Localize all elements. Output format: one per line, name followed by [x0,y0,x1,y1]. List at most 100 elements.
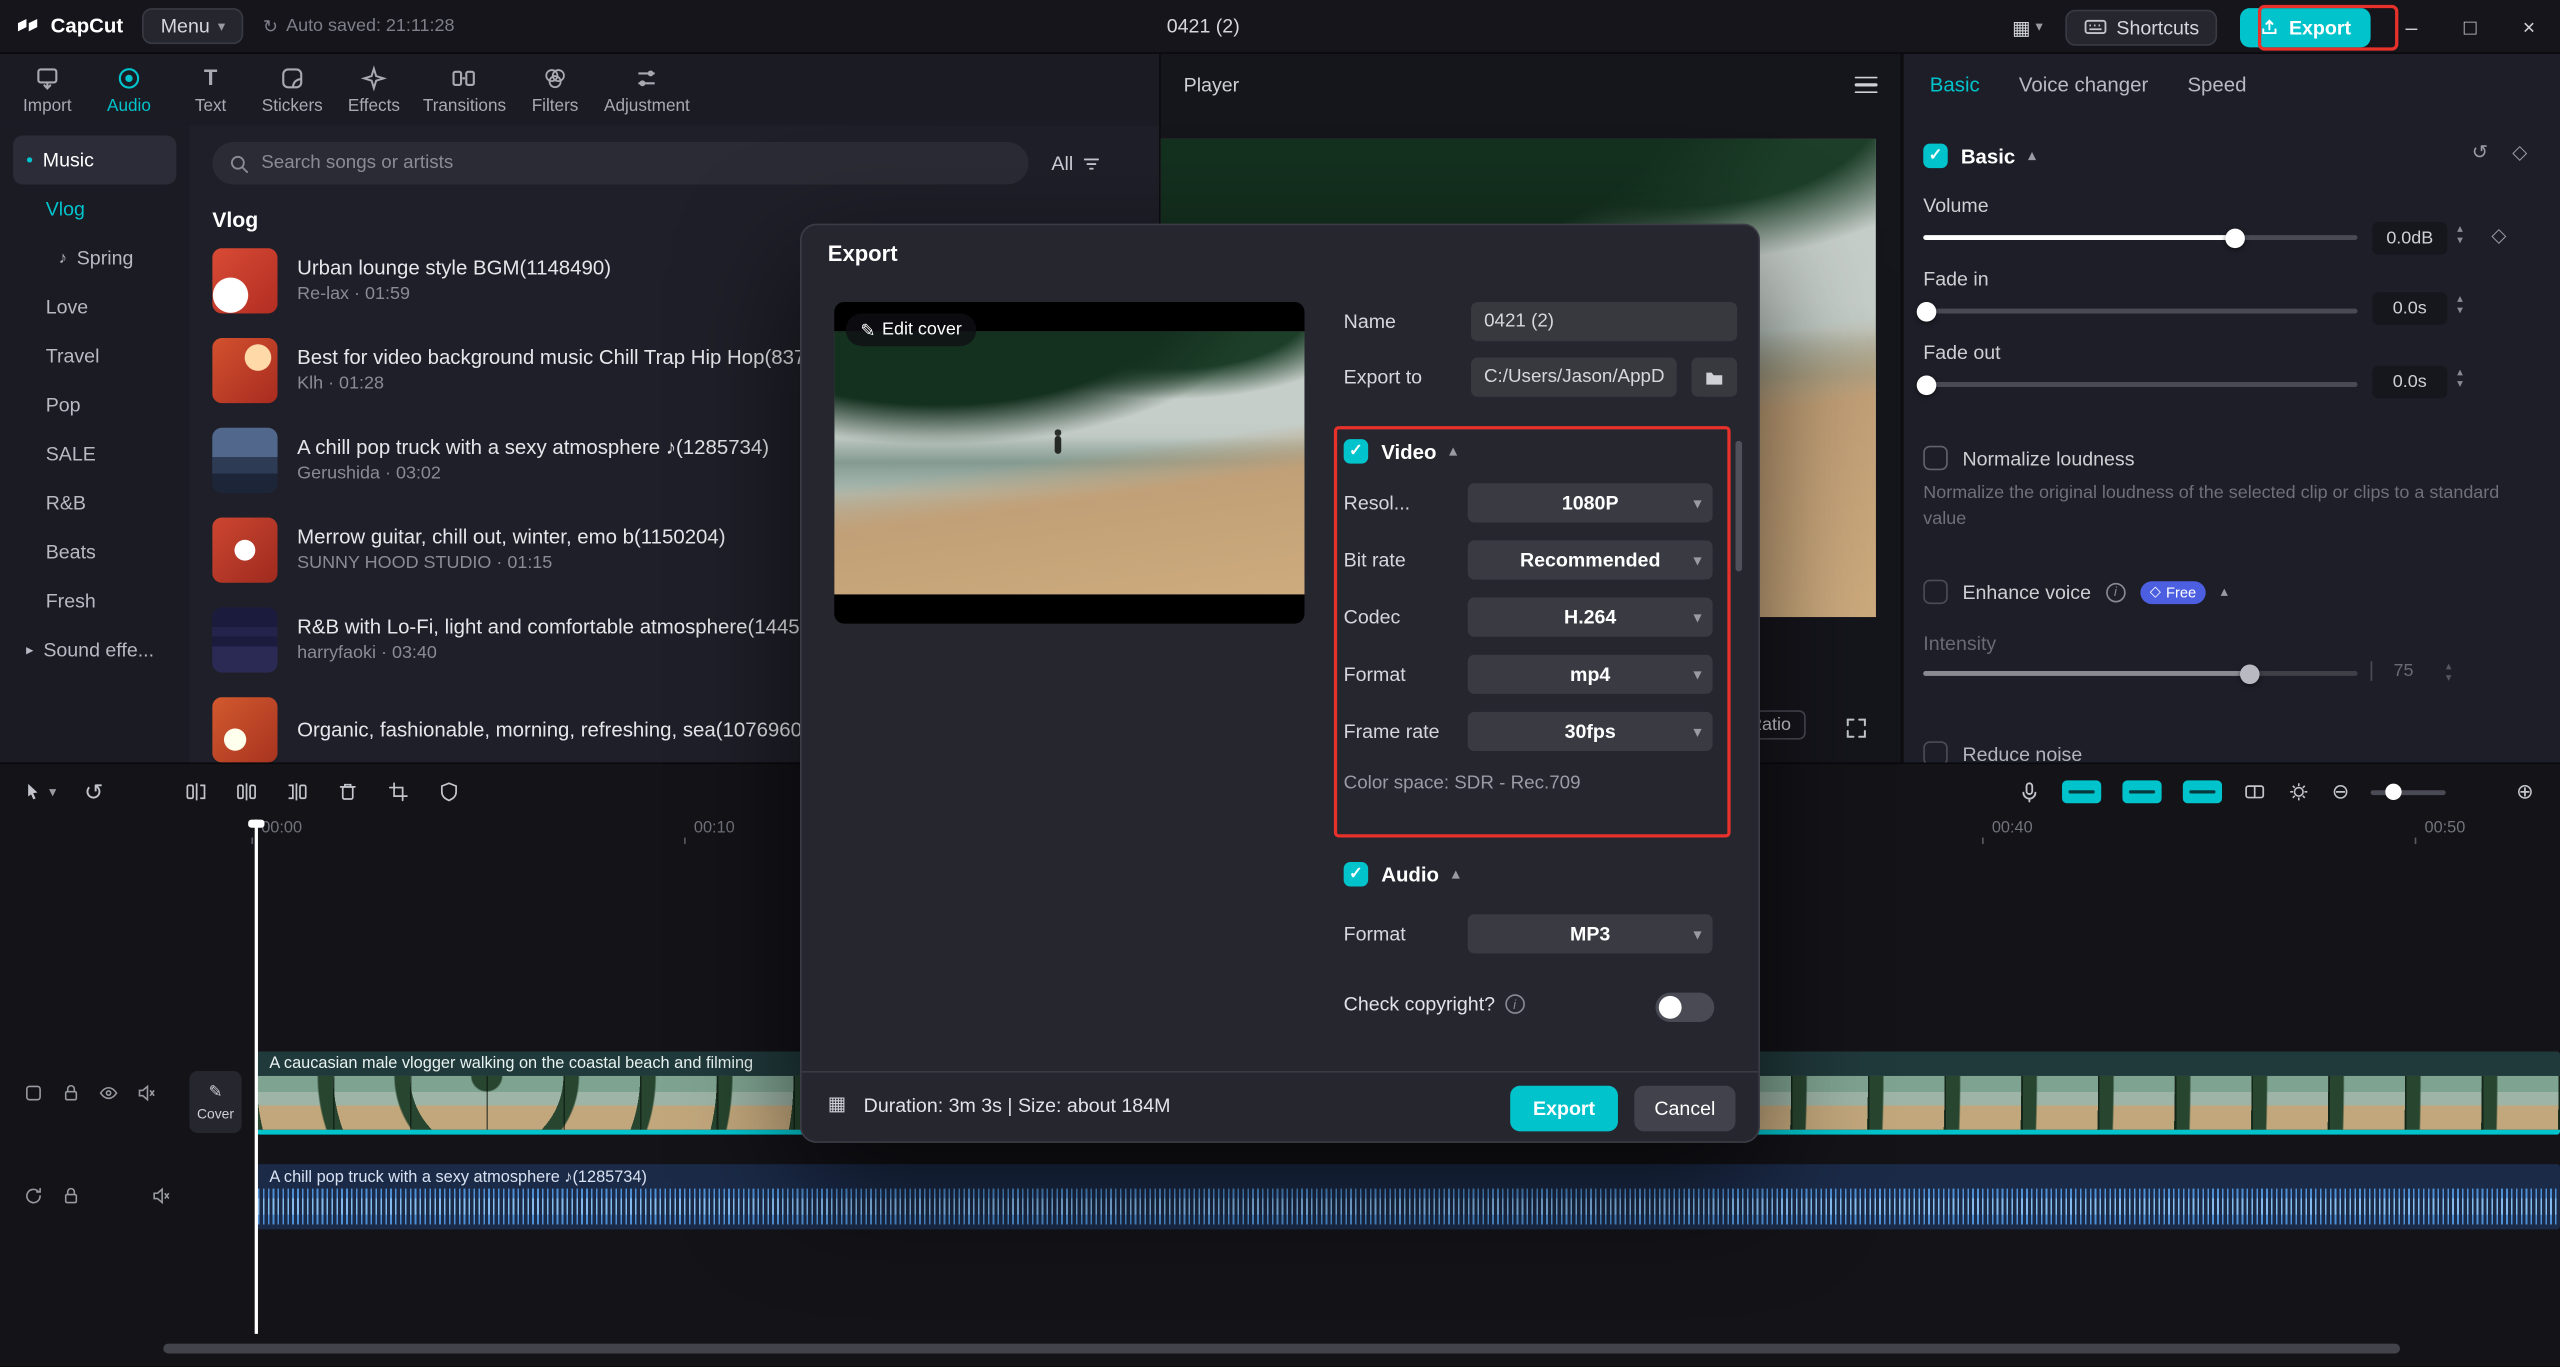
sidebar-item-vlog[interactable]: Vlog [13,184,176,233]
maximize-button[interactable]: □ [2452,15,2488,39]
checkbox-normalize[interactable] [1923,445,1948,471]
track-option-icon[interactable] [2183,780,2223,804]
tab-adjustment[interactable]: Adjustment [596,64,698,115]
delete-icon[interactable] [337,780,360,803]
sidebar-item-pop[interactable]: Pop [13,380,176,429]
normalize-loudness-row[interactable]: Normalize loudness [1923,445,2135,471]
eye-icon[interactable] [98,1082,119,1103]
search-bar[interactable] [212,142,1029,185]
tab-audio[interactable]: Audio [88,64,170,115]
bitrate-select[interactable]: Recommended ▾ [1467,540,1713,580]
shortcuts-button[interactable]: Shortcuts [2065,8,2218,45]
tab-import[interactable]: Import [7,64,89,115]
sidebar-item-fresh[interactable]: Fresh [13,576,176,625]
sidebar-item-sale[interactable]: SALE [13,429,176,478]
settings-gear-icon[interactable] [2288,780,2311,803]
player-menu-icon[interactable] [1854,76,1878,94]
audio-section-header[interactable]: ✓ Audio ▴ [1343,862,1460,887]
browse-folder-button[interactable] [1691,357,1738,397]
close-button[interactable]: × [2511,15,2547,39]
zoom-slider[interactable] [2370,783,2446,800]
sidebar-item-travel[interactable]: Travel [13,331,176,380]
tab-text[interactable]: T Text [170,64,252,115]
sidebar-item-sound-effects[interactable]: ▸ Sound effe... [13,625,176,674]
search-input[interactable] [261,153,1013,174]
cover-preview[interactable]: ✎ Edit cover [834,302,1305,624]
track-option-icon[interactable] [2122,780,2162,804]
split-right-icon[interactable] [286,780,309,803]
fade-in-slider[interactable] [1916,301,2358,321]
enhance-voice-row[interactable]: Enhance voice i ◇ Free ▴ [1923,579,2228,605]
split-icon[interactable] [236,780,259,803]
filter-all-button[interactable]: All [1051,152,1102,175]
edit-cover-button[interactable]: ✎ Edit cover [845,313,977,347]
sidebar-item-music[interactable]: • Music [13,135,177,185]
tab-speed[interactable]: Speed [2187,73,2246,96]
reduce-noise-row[interactable]: Reduce noise [1923,741,2082,763]
sidebar-item-rnb[interactable]: R&B [13,478,176,527]
export-to-input[interactable] [1471,357,1677,397]
track-option-icon[interactable] [2062,780,2102,804]
fade-out-value[interactable]: 0.0s [2372,365,2448,399]
checkbox-enhance-voice[interactable] [1923,579,1948,605]
lock-icon[interactable] [60,1185,81,1206]
copyright-toggle[interactable] [1655,992,1715,1023]
name-input[interactable] [1471,302,1738,342]
volume-value[interactable]: 0.0dB [2372,222,2448,255]
fade-out-stepper[interactable]: ▴ ▾ [2457,367,2463,390]
sidebar-item-love[interactable]: Love [13,282,176,331]
minimize-button[interactable]: – [2393,15,2429,39]
codec-select[interactable]: H.264 ▾ [1467,597,1713,637]
basic-section-header[interactable]: ✓ Basic ▴ [1923,143,2036,169]
fade-in-stepper[interactable]: ▴ ▾ [2457,294,2463,317]
fade-in-value[interactable]: 0.0s [2372,292,2448,325]
dialog-export-button[interactable]: Export [1510,1085,1618,1132]
intensity-stepper[interactable]: ▴ ▾ [2446,661,2452,684]
track-options-icon[interactable] [23,1082,44,1103]
checkbox-reduce-noise[interactable] [1923,741,1948,763]
lock-icon[interactable] [60,1082,81,1103]
framerate-select[interactable]: 30fps ▾ [1467,711,1713,752]
dialog-cancel-button[interactable]: Cancel [1634,1085,1736,1132]
format-select[interactable]: mp4 ▾ [1467,654,1713,694]
video-section-header[interactable]: ✓ Video ▴ [1343,439,1457,464]
keyframe-diamond-icon[interactable]: ◇ [2491,224,2506,247]
mute-speaker-icon[interactable] [150,1185,171,1206]
intensity-value[interactable]: 75 [2393,661,2413,681]
cover-button[interactable]: ✎ Cover [189,1071,242,1134]
tab-voice-changer[interactable]: Voice changer [2019,73,2148,96]
tab-transitions[interactable]: Transitions [415,64,515,115]
zoom-in-icon[interactable]: ⊕ [2516,779,2534,805]
resolution-select[interactable]: 1080P ▾ [1467,483,1713,523]
mute-speaker-icon[interactable] [136,1082,157,1103]
playhead[interactable] [249,819,263,1334]
auto-split-icon[interactable] [2244,780,2267,803]
dialog-scrollbar[interactable] [1735,440,1743,572]
reset-icon[interactable]: ↺ [2472,140,2488,163]
fade-out-slider[interactable] [1916,374,2358,395]
audio-format-select[interactable]: MP3 ▾ [1467,914,1713,954]
checkbox-video[interactable]: ✓ [1343,439,1369,464]
tab-stickers[interactable]: Stickers [251,64,333,115]
tab-effects[interactable]: Effects [333,64,415,115]
export-button[interactable]: Export [2239,7,2371,47]
undo-icon[interactable]: ↺ [84,778,103,806]
intensity-slider[interactable] [1923,663,2358,684]
tab-basic[interactable]: Basic [1930,73,1980,96]
sidebar-item-spring[interactable]: ♪ Spring [13,233,176,282]
tab-filters[interactable]: Filters [514,64,596,115]
record-voiceover-icon[interactable] [2018,780,2041,804]
keyframe-diamond-icon[interactable]: ◇ [2512,140,2527,163]
select-tool-button[interactable]: ▾ [23,780,57,803]
timeline-scrollbar[interactable] [163,1343,2400,1354]
layout-button[interactable]: ▦ ▾ [2012,16,2043,39]
checkbox-audio[interactable]: ✓ [1343,862,1369,887]
volume-slider[interactable] [1923,227,2358,248]
zoom-out-icon[interactable]: ⊖ [2332,779,2350,805]
crop-icon[interactable] [387,780,410,803]
checkbox-basic[interactable]: ✓ [1923,143,1948,169]
volume-stepper[interactable]: ▴ ▾ [2457,224,2463,247]
sidebar-item-beats[interactable]: Beats [13,527,176,576]
audio-clip[interactable]: A chill pop truck with a sexy atmosphere… [256,1164,2560,1230]
mask-icon[interactable] [438,780,461,803]
